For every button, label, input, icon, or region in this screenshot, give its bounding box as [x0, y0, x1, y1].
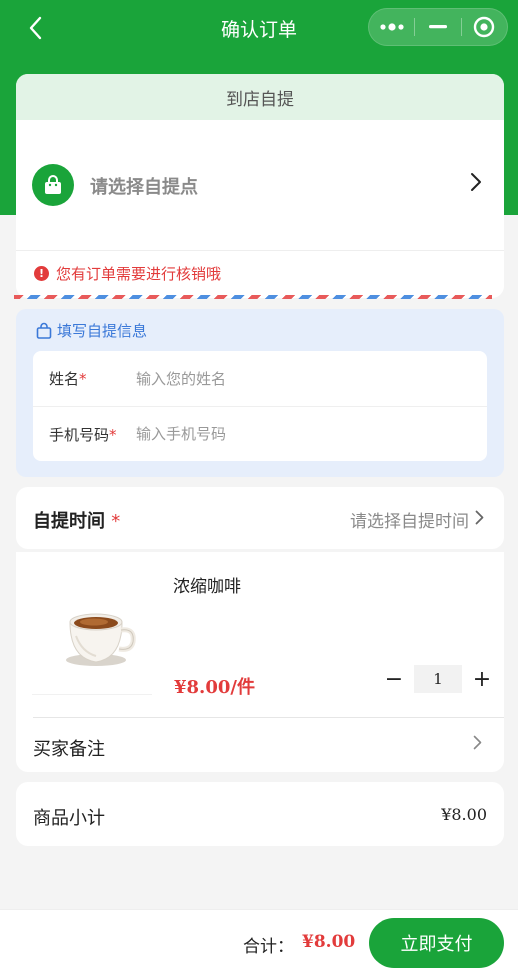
name-label: 姓名*	[49, 370, 87, 388]
buyer-remark-label[interactable]: 买家备注	[33, 735, 105, 761]
chevron-right-icon	[475, 509, 484, 530]
decrease-quantity-button[interactable]: −	[380, 665, 408, 693]
divider	[32, 694, 152, 695]
total-label: 合计：	[243, 937, 294, 957]
name-input[interactable]	[136, 363, 466, 394]
chevron-right-icon	[470, 170, 482, 198]
minimize-icon	[428, 25, 447, 29]
pickup-info-form: 姓名* 手机号码*	[33, 351, 487, 461]
coffee-cup-image	[52, 592, 144, 684]
increase-quantity-button[interactable]: +	[468, 665, 496, 693]
close-button[interactable]	[462, 9, 507, 45]
divider	[16, 250, 504, 251]
pickup-point-placeholder: 请选择自提点	[90, 177, 198, 198]
pickup-time-label: 自提时间 *	[33, 511, 121, 532]
pickup-info-panel: 填写自提信息 姓名* 手机号码*	[16, 309, 504, 477]
back-button[interactable]	[24, 14, 46, 42]
product-name: 浓缩咖啡	[173, 577, 241, 597]
pickup-info-heading: 填写自提信息	[36, 320, 147, 341]
page-title: 确认订单	[220, 18, 297, 41]
subtotal-value: ¥8.00	[441, 805, 487, 824]
quantity-stepper: − 1 +	[380, 664, 496, 694]
product-price: ¥8.00/件	[174, 677, 255, 698]
pickup-time-placeholder: 请选择自提时间	[350, 512, 469, 532]
quantity-value[interactable]: 1	[414, 665, 462, 693]
name-row: 姓名*	[33, 351, 487, 406]
mini-program-capsule	[368, 8, 508, 46]
airmail-border	[14, 295, 492, 299]
select-pickup-point[interactable]: 请选择自提点	[16, 164, 504, 208]
navigation-bar: 确认订单	[0, 0, 518, 56]
verification-warning: ! 您有订单需要进行核销哦	[34, 263, 221, 283]
divider	[33, 717, 504, 718]
phone-label: 手机号码*	[49, 425, 117, 444]
subtotal-label: 商品小计	[33, 808, 105, 829]
target-circle-icon	[474, 16, 495, 38]
alert-icon: !	[34, 265, 49, 281]
pickup-info-title: 填写自提信息	[57, 322, 148, 340]
chevron-left-icon	[29, 16, 42, 40]
product-card: 浓缩咖啡 ¥8.00/件 − 1 + 买家备注	[16, 552, 504, 772]
chevron-right-icon[interactable]	[473, 734, 482, 755]
pickup-time-selector[interactable]: 请选择自提时间	[350, 507, 484, 532]
phone-input[interactable]	[136, 419, 466, 449]
warning-text: 您有订单需要进行核销哦	[56, 264, 222, 283]
more-button[interactable]	[369, 9, 414, 45]
pickup-card: 到店自提 请选择自提点 ! 您有订单需要进行核销哦	[16, 74, 504, 298]
lock-bag-icon	[36, 322, 52, 339]
pickup-time-row[interactable]: 自提时间 * 请选择自提时间	[16, 487, 504, 549]
minimize-button[interactable]	[415, 9, 460, 45]
checkout-footer: 合计： ¥8.00 立即支付	[0, 909, 518, 975]
subtotal-card: 商品小计 ¥8.00	[16, 782, 504, 846]
phone-row: 手机号码*	[33, 406, 487, 461]
shopping-bag-icon	[32, 164, 74, 206]
pay-now-button[interactable]: 立即支付	[369, 918, 504, 968]
total-value: ¥8.00	[302, 932, 356, 952]
tab-store-pickup[interactable]: 到店自提	[16, 74, 504, 120]
more-dots-icon	[380, 23, 404, 31]
